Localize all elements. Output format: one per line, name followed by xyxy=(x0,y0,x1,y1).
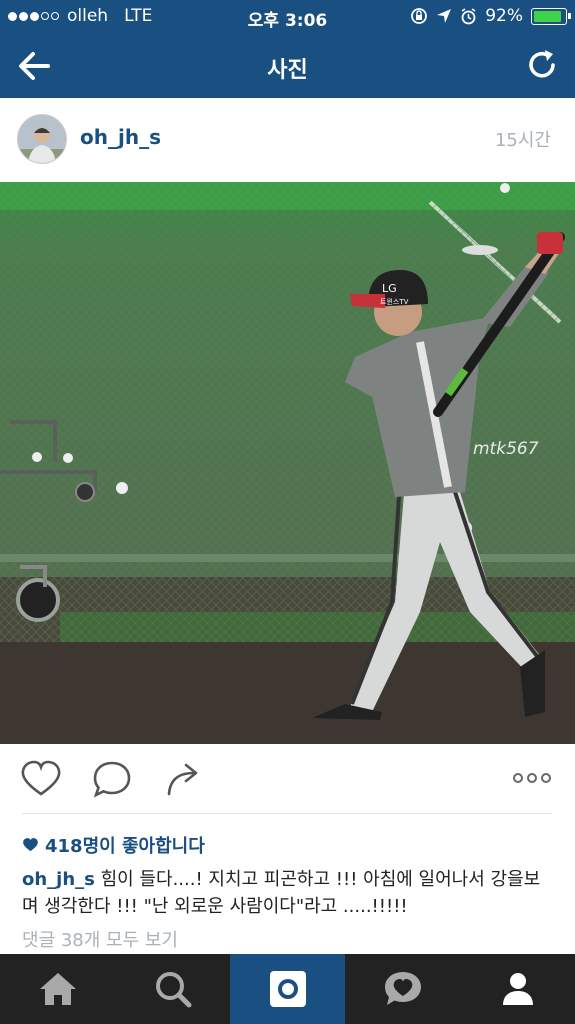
cap-logo: LG xyxy=(382,282,397,295)
action-bar xyxy=(0,744,575,814)
photo-watermark: mtk567 xyxy=(473,439,539,459)
likes-text: 418명이 좋아합니다 xyxy=(45,836,205,857)
post-time: 15시간 xyxy=(494,130,551,151)
cap-logo-sub: 트윈스TV xyxy=(380,297,409,306)
activity-icon xyxy=(384,972,421,1005)
more-dots-icon xyxy=(513,773,551,783)
comment-button[interactable] xyxy=(92,760,132,802)
heart-filled-icon xyxy=(23,838,38,852)
battery-percent: 92% xyxy=(485,6,523,26)
caption-username[interactable]: oh_jh_s xyxy=(22,869,95,890)
post-photo[interactable]: LG 트윈스TV mtk567 xyxy=(0,182,575,744)
share-arrow-icon xyxy=(167,763,198,796)
likes-count[interactable]: 418명이 좋아합니다 xyxy=(22,832,205,858)
avatar[interactable] xyxy=(17,114,67,164)
location-icon xyxy=(437,9,452,23)
speech-bubble-icon xyxy=(93,761,131,798)
tab-activity[interactable] xyxy=(345,954,460,1024)
batting-practice-image: LG 트윈스TV mtk567 xyxy=(0,182,575,744)
status-bar: olleh LTE 오후 3:06 92% xyxy=(0,0,575,34)
heart-outline-icon xyxy=(21,760,61,796)
post-header: oh_jh_s 15시간 xyxy=(0,98,575,180)
page-title: 사진 xyxy=(267,58,308,83)
tab-camera[interactable] xyxy=(230,954,345,1024)
avatar-image xyxy=(18,115,66,163)
refresh-icon xyxy=(529,50,555,78)
camera-icon xyxy=(269,971,306,1007)
rotation-lock-icon xyxy=(411,8,428,24)
search-icon xyxy=(155,972,191,1008)
nav-bar: 사진 xyxy=(0,34,575,98)
refresh-button[interactable] xyxy=(527,48,559,82)
divider xyxy=(22,813,552,814)
tab-profile[interactable] xyxy=(460,954,575,1024)
home-icon xyxy=(39,973,76,1005)
tab-bar xyxy=(0,954,575,1024)
share-button[interactable] xyxy=(164,760,202,802)
caption-text: 힘이 들다....! 지치고 피곤하고 !!! 아침에 일어나서 강을보며 생각… xyxy=(22,869,541,917)
profile-icon xyxy=(502,973,533,1005)
tab-home[interactable] xyxy=(0,954,115,1024)
status-right: 92% xyxy=(410,6,571,26)
post-username[interactable]: oh_jh_s xyxy=(80,125,161,149)
tab-search[interactable] xyxy=(115,954,230,1024)
alarm-icon xyxy=(461,7,476,24)
post-caption: oh_jh_s 힘이 들다....! 지치고 피곤하고 !!! 아침에 일어나서… xyxy=(22,866,552,920)
like-button[interactable] xyxy=(20,760,62,802)
more-button[interactable] xyxy=(512,770,552,789)
view-all-comments-link[interactable]: 댓글 38개 모두 보기 xyxy=(22,926,178,952)
battery-icon xyxy=(531,7,571,25)
